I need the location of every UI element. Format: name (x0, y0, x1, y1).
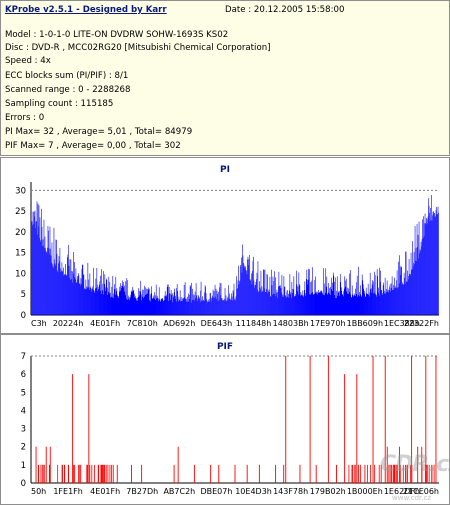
x-tick-label: 10E4D3h (235, 487, 272, 496)
info-sampling-count: Sampling count : 115185 (5, 99, 114, 109)
x-tick-label: 1FE1Fh (53, 487, 83, 496)
cdr-logo-watermark: CDR.cz (380, 452, 450, 477)
x-tick-label: 179B02h (310, 487, 346, 496)
x-tick-label: AB7C2h (163, 487, 195, 496)
y-tick-label: 0 (21, 311, 26, 321)
info-disc: Disc : DVD-R , MCC02RG20 [Mitsubishi Che… (5, 43, 271, 53)
pif-series (35, 356, 437, 483)
x-tick-label: AD692h (163, 319, 195, 328)
y-tick-label: 15 (15, 249, 26, 259)
y-tick-label: 0 (21, 479, 26, 489)
x-tick-label: 50h (31, 487, 46, 496)
disc-info-panel: KProbe v2.5.1 - Designed by Karr Date : … (0, 0, 450, 156)
x-tick-label: 20224h (53, 319, 84, 328)
x-tick-label: 111848h (236, 319, 272, 328)
y-tick-label: 3 (21, 425, 26, 435)
pif-chart: 0 1 2 3 4 5 6 7 50h 1FE1Fh 4E01Fh 7B27Dh AB7C2h DBE07… (21, 352, 439, 496)
cdr-url-watermark: www.cdr.cz (392, 494, 432, 502)
info-ecc-blocks: ECC blocks sum (PI/PIF) : 8/1 (5, 71, 129, 81)
info-speed: Speed : 4x (5, 56, 51, 66)
y-tick-label: 5 (21, 388, 26, 398)
info-model: Model : 1-0-1-0 LITE-ON DVDRW SOHW-1693S… (5, 30, 229, 40)
y-tick-label: 1 (21, 461, 26, 471)
info-pi-stats: PI Max= 32 , Average= 5,01 , Total= 8497… (5, 127, 193, 137)
x-tick-label: 1BB609h (347, 319, 383, 328)
info-errors: Errors : 0 (5, 113, 45, 123)
y-tick-label: 2 (21, 443, 26, 453)
info-pif-stats: PIF Max= 7 , Average= 0,00 , Total= 302 (5, 141, 181, 151)
y-tick-label: 4 (21, 406, 26, 416)
x-tick-label: 1B000Eh (347, 487, 383, 496)
x-tick-label: 4E01Fh (90, 319, 120, 328)
y-tick-label: 6 (21, 370, 26, 380)
scan-date: Date : 20.12.2005 15:58:00 (225, 5, 345, 15)
pi-series (31, 194, 439, 315)
y-tick-label: 20 (15, 228, 26, 238)
y-tick-label: 5 (21, 290, 26, 300)
x-tick-label: 4E01Fh (90, 487, 120, 496)
pi-chart-panel: PI 0 5 10 15 20 25 30 C3h 20224h 4E01Fh 7C810h AD69… (0, 157, 450, 334)
y-tick-label: 7 (21, 352, 26, 362)
x-tick-label: 22322Fh (404, 319, 439, 328)
pif-chart-panel: PIF 0 1 2 3 4 5 6 7 50h 1FE1Fh 4E01Fh 7B27Dh AB7C2h D… (0, 334, 450, 505)
x-tick-label: 17E970h (310, 319, 346, 328)
x-tick-label: 143F78h (273, 487, 308, 496)
x-tick-label: DBE07h (200, 487, 232, 496)
pi-chart: 0 5 10 15 20 25 30 C3h 20224h 4E01Fh 7C810h AD692h D… (15, 182, 439, 328)
y-tick-label: 25 (15, 207, 26, 217)
x-tick-label: 14803Bh (273, 319, 309, 328)
info-scanned-range: Scanned range : 0 - 2288268 (5, 85, 131, 95)
x-tick-label: 7C810h (127, 319, 158, 328)
app-title: KProbe v2.5.1 - Designed by Karr (5, 5, 167, 15)
x-tick-label: C3h (31, 319, 47, 328)
y-tick-label: 10 (15, 269, 26, 279)
x-tick-label: 7B27Dh (126, 487, 158, 496)
y-tick-label: 30 (15, 186, 26, 196)
x-tick-label: DE643h (201, 319, 233, 328)
